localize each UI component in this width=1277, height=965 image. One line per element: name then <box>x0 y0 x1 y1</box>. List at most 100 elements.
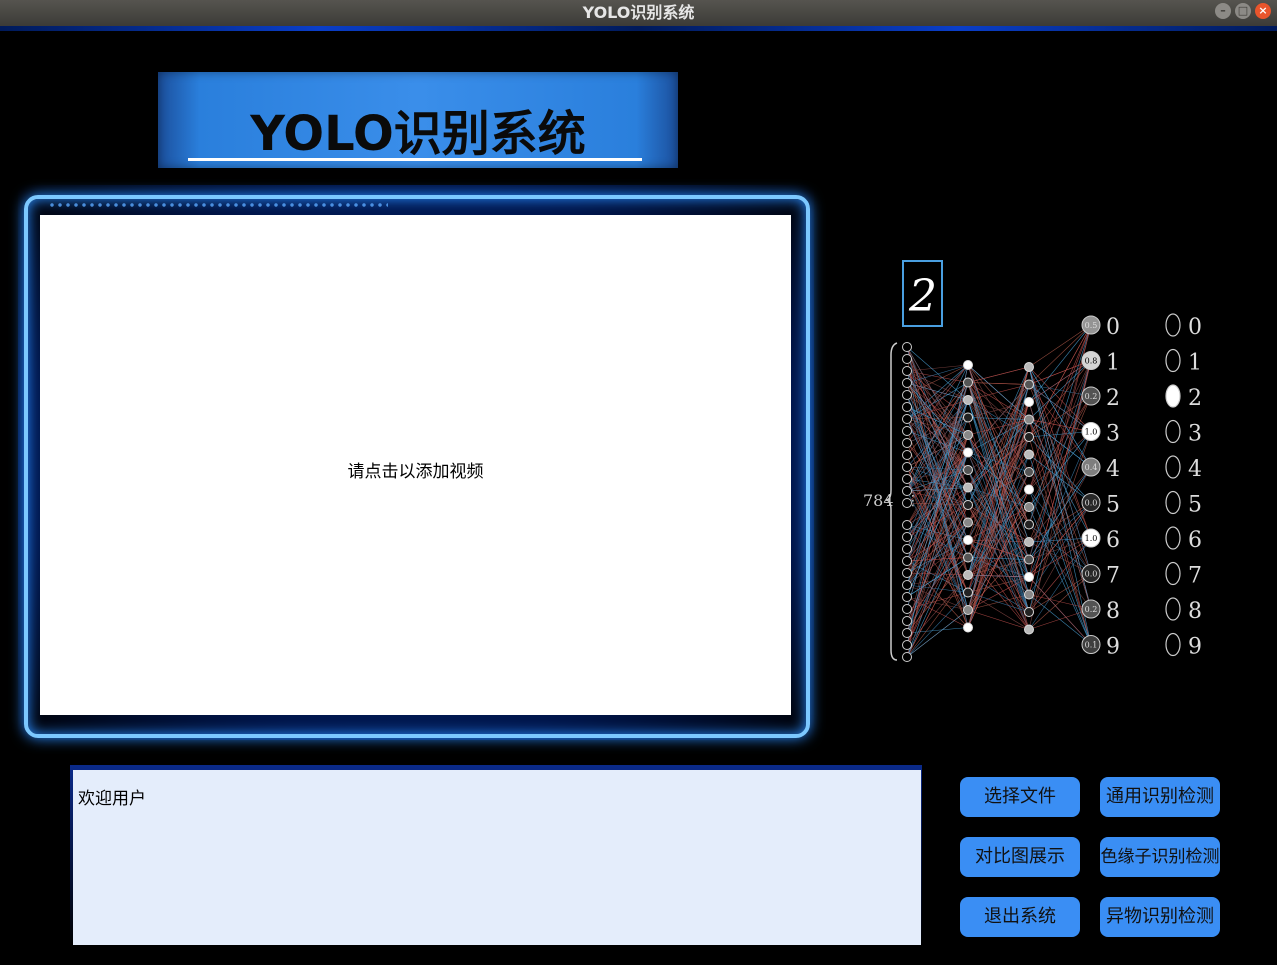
input-node <box>902 640 912 650</box>
connection-line <box>967 364 1030 578</box>
hidden-node <box>1024 362 1034 372</box>
general-detect-button[interactable]: 通用识别检测 <box>1100 777 1220 817</box>
output-value-label: 1.0 <box>1085 534 1098 543</box>
result-layer: 0 1 2 3 4 5 6 7 8 9 <box>1165 313 1202 660</box>
connection-line <box>967 609 1030 630</box>
input-node <box>902 414 912 424</box>
input-node <box>902 652 912 662</box>
result-node <box>1165 597 1181 621</box>
hidden-node <box>1024 589 1034 600</box>
connection-line <box>1028 431 1092 613</box>
output-digit-label: 3 <box>1106 422 1120 447</box>
hidden-node <box>1024 519 1034 530</box>
hidden-node <box>963 447 973 458</box>
output-layer: 0.5 0 0.8 1 0.2 2 1.0 3 0.4 4 0.0 5 1.0 6 0.0 7 0.2 8 0.1 9 <box>1081 315 1120 660</box>
output-value-label: 0.5 <box>1085 321 1098 330</box>
log-panel: 欢迎用户 <box>70 765 922 945</box>
output-value-label: 0.0 <box>1085 570 1098 579</box>
input-node <box>902 402 912 412</box>
video-placeholder-label: 请点击以添加视频 <box>347 462 484 482</box>
hidden-node <box>963 360 973 370</box>
connection-line <box>906 539 969 658</box>
input-node <box>902 568 912 578</box>
input-node <box>902 354 912 364</box>
hidden-node <box>1024 432 1034 442</box>
input-node <box>902 450 912 460</box>
hidden-node <box>1024 379 1034 390</box>
result-digit-label: 3 <box>1188 422 1202 447</box>
hidden-node <box>963 430 973 440</box>
close-icon[interactable]: × <box>1255 3 1271 19</box>
hidden-node <box>963 395 973 405</box>
input-node <box>902 366 912 376</box>
exit-button[interactable]: 退出系统 <box>960 897 1080 937</box>
connection-line <box>906 627 969 634</box>
banner-underline <box>188 158 642 161</box>
output-digit-label: 9 <box>1106 635 1120 660</box>
hidden-node <box>1024 537 1034 547</box>
hidden-node <box>1024 449 1034 460</box>
hidden-node <box>963 570 973 580</box>
maximize-icon[interactable]: □ <box>1235 3 1251 19</box>
hidden-node <box>963 605 973 615</box>
result-digit-label: 2 <box>1188 386 1202 411</box>
video-frame: 请点击以添加视频 <box>18 185 814 740</box>
window-controls: – □ × <box>1215 3 1271 19</box>
color-detect-button[interactable]: 色缘子识别检测 <box>1100 837 1220 877</box>
result-node <box>1165 455 1181 479</box>
input-node <box>902 342 912 352</box>
connection-line <box>967 382 1030 613</box>
log-textbox[interactable]: 欢迎用户 <box>73 770 921 945</box>
output-value-label: 0.4 <box>1085 463 1098 472</box>
network-connections <box>906 324 1092 658</box>
hidden-node <box>963 377 973 388</box>
input-node <box>902 426 912 436</box>
input-node <box>902 616 912 626</box>
hidden-node <box>1024 502 1034 512</box>
input-node <box>902 390 912 400</box>
result-node <box>1165 526 1181 550</box>
hidden-node <box>963 482 973 493</box>
output-value-label: 0.1 <box>1085 641 1098 650</box>
input-node <box>902 474 912 484</box>
output-value-label: 0.8 <box>1085 357 1098 366</box>
neural-network-illustration: 2 784 ⋮ 0.5 00.8 10.2 21.0 30.4 40.0 51.0 60.0 7… <box>863 260 1202 662</box>
output-digit-label: 7 <box>1106 564 1120 589</box>
select-file-button[interactable]: 选择文件 <box>960 777 1080 817</box>
frame-dots-decoration <box>48 201 388 211</box>
input-node <box>902 580 912 590</box>
result-digit-label: 4 <box>1188 457 1202 482</box>
foreign-detect-button[interactable]: 异物识别检测 <box>1100 897 1220 937</box>
output-value-label: 0.2 <box>1085 392 1098 401</box>
connection-line <box>1028 366 1092 645</box>
result-digit-label: 9 <box>1188 635 1202 660</box>
hidden-node <box>1024 572 1034 582</box>
input-node <box>902 628 912 638</box>
connection-line <box>1028 506 1092 645</box>
minimize-icon[interactable]: – <box>1215 3 1231 19</box>
result-digit-label: 8 <box>1188 599 1202 624</box>
result-digit-label: 0 <box>1188 315 1202 340</box>
hidden-node <box>963 535 973 545</box>
hidden-node <box>963 552 973 563</box>
output-digit-label: 4 <box>1106 457 1120 482</box>
hidden-node <box>1024 414 1034 425</box>
hidden-node <box>1024 467 1034 477</box>
connection-line <box>967 382 1030 385</box>
compare-show-button[interactable]: 对比图展示 <box>960 837 1080 877</box>
app-banner: YOLO识别系统 <box>158 72 678 168</box>
video-display-area[interactable]: 请点击以添加视频 <box>40 215 791 715</box>
output-digit-label: 8 <box>1106 599 1120 624</box>
result-digit-label: 7 <box>1188 564 1202 589</box>
hidden-node <box>1024 484 1034 495</box>
connection-line <box>1028 608 1092 630</box>
result-node <box>1165 384 1181 408</box>
output-digit-label: 0 <box>1106 315 1120 340</box>
window-title: YOLO识别系统 <box>582 3 695 22</box>
result-node <box>1165 490 1181 515</box>
input-node <box>902 556 912 566</box>
banner-title: YOLO识别系统 <box>250 106 586 162</box>
input-node <box>902 592 912 602</box>
hidden-node <box>963 412 973 423</box>
input-node <box>902 532 912 542</box>
